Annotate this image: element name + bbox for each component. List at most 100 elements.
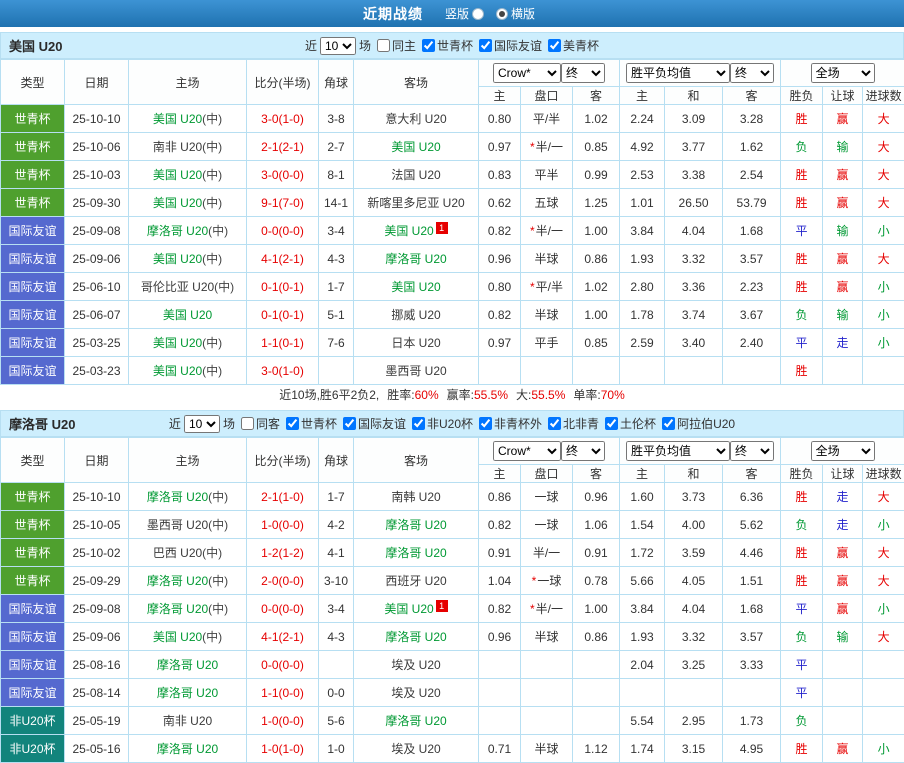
away-team-name[interactable]: 摩洛哥 U20 [385, 630, 446, 644]
neutral-venue-mark: (中) [202, 630, 222, 644]
home-team-name[interactable]: 美国 U20 [153, 252, 202, 266]
avg-draw-cell: 4.00 [665, 511, 723, 539]
home-team-name[interactable]: 美国 U20 [153, 168, 202, 182]
filter-label: 北非青 [563, 415, 599, 432]
home-team-name[interactable]: 摩洛哥 U20 [147, 574, 208, 588]
home-team-name[interactable]: 墨西哥 U20 [147, 518, 208, 532]
filter-option-阿拉伯U20[interactable]: 阿拉伯U20 [660, 415, 735, 432]
odds-source-select[interactable]: Crow* [493, 441, 561, 461]
home-team-name[interactable]: 美国 U20 [153, 630, 202, 644]
final-avg-select[interactable]: 终 [730, 63, 774, 83]
filter-option-同客[interactable]: 同客 [239, 415, 280, 432]
match-date-cell: 25-03-23 [65, 357, 129, 385]
away-team-name[interactable]: 摩洛哥 U20 [385, 252, 446, 266]
away-team-cell: 埃及 U20 [354, 679, 479, 707]
horizontal-layout-option[interactable]: 横版 [496, 5, 535, 22]
away-team-name[interactable]: 新喀里多尼亚 U20 [367, 196, 464, 210]
avg-select[interactable]: 胜平负均值 [626, 441, 730, 461]
away-team-name[interactable]: 美国 U20 [384, 602, 433, 616]
final-avg-select[interactable]: 终 [730, 441, 774, 461]
filter-checkbox[interactable] [412, 417, 425, 430]
away-team-name[interactable]: 西班牙 U20 [385, 574, 446, 588]
corners-cell: 4-3 [319, 623, 354, 651]
away-team-name[interactable]: 日本 U20 [391, 336, 440, 350]
filter-checkbox[interactable] [422, 39, 435, 52]
home-team-name[interactable]: 美国 U20 [163, 308, 212, 322]
filter-checkbox[interactable] [343, 417, 356, 430]
filter-option-非青杯外[interactable]: 非青杯外 [477, 415, 542, 432]
home-team-name[interactable]: 摩洛哥 U20 [157, 686, 218, 700]
filter-checkbox[interactable] [662, 417, 675, 430]
recent-label: 近 [169, 415, 181, 432]
away-team-name[interactable]: 南韩 U20 [391, 490, 440, 504]
away-team-name[interactable]: 摩洛哥 U20 [385, 546, 446, 560]
sub-header-result-goals: 进球数 [863, 465, 904, 483]
vertical-layout-option[interactable]: 竖版 [445, 5, 484, 22]
away-team-name[interactable]: 美国 U20 [384, 224, 433, 238]
home-odds-cell [479, 707, 521, 735]
filter-option-国际友谊[interactable]: 国际友谊 [477, 37, 542, 54]
filter-checkbox[interactable] [377, 39, 390, 52]
home-team-name[interactable]: 南非 U20 [163, 714, 212, 728]
home-team-name[interactable]: 美国 U20 [153, 336, 202, 350]
home-team-name[interactable]: 摩洛哥 U20 [147, 224, 208, 238]
filter-checkbox[interactable] [479, 39, 492, 52]
filter-checkbox[interactable] [605, 417, 618, 430]
col-header-away: 客场 [354, 438, 479, 483]
away-team-name[interactable]: 埃及 U20 [391, 658, 440, 672]
away-team-name[interactable]: 美国 U20 [391, 140, 440, 154]
home-team-name[interactable]: 摩洛哥 U20 [157, 658, 218, 672]
filter-option-同主[interactable]: 同主 [375, 37, 416, 54]
home-odds-cell: 0.91 [479, 539, 521, 567]
away-team-name[interactable]: 挪威 U20 [391, 308, 440, 322]
final-odds-select[interactable]: 终 [561, 441, 605, 461]
avg-away-cell: 3.33 [723, 651, 781, 679]
home-team-name[interactable]: 哥伦比亚 U20 [141, 280, 214, 294]
home-team-name[interactable]: 南非 U20 [153, 140, 202, 154]
sub-header-avg-home: 主 [620, 87, 665, 105]
home-team-name[interactable]: 摩洛哥 U20 [147, 602, 208, 616]
filter-option-美青杯[interactable]: 美青杯 [546, 37, 599, 54]
recent-count-select[interactable]: 10 [184, 415, 220, 433]
away-team-name[interactable]: 埃及 U20 [391, 742, 440, 756]
filter-checkbox[interactable] [548, 39, 561, 52]
home-team-cell: 美国 U20(中) [129, 161, 247, 189]
filter-option-世青杯[interactable]: 世青杯 [284, 415, 337, 432]
match-row: 国际友谊25-09-08摩洛哥 U20(中)0-0(0-0)3-4美国 U201… [1, 217, 904, 245]
final-odds-select[interactable]: 终 [561, 63, 605, 83]
avg-home-cell: 4.92 [620, 133, 665, 161]
home-team-name[interactable]: 摩洛哥 U20 [147, 490, 208, 504]
away-team-name[interactable]: 美国 U20 [391, 280, 440, 294]
scope-select[interactable]: 全场 [811, 441, 875, 461]
away-team-name[interactable]: 摩洛哥 U20 [385, 518, 446, 532]
filter-option-非U20杯[interactable]: 非U20杯 [410, 415, 473, 432]
home-team-name[interactable]: 摩洛哥 U20 [157, 742, 218, 756]
neutral-venue-mark: (中) [208, 574, 228, 588]
vertical-layout-radio[interactable] [472, 8, 484, 20]
home-team-name[interactable]: 美国 U20 [153, 112, 202, 126]
away-team-name[interactable]: 意大利 U20 [385, 112, 446, 126]
away-team-name[interactable]: 埃及 U20 [391, 686, 440, 700]
table-header-row: 类型 日期 主场 比分(半场) 角球 客场 Crow*终 胜平负均值终 全场 [1, 438, 904, 465]
scope-select[interactable]: 全场 [811, 63, 875, 83]
filter-option-土伦杯[interactable]: 土伦杯 [603, 415, 656, 432]
recent-count-select[interactable]: 10 [320, 37, 356, 55]
home-team-name[interactable]: 美国 U20 [153, 196, 202, 210]
filter-checkbox[interactable] [479, 417, 492, 430]
filter-checkbox[interactable] [241, 417, 254, 430]
away-team-name[interactable]: 墨西哥 U20 [385, 364, 446, 378]
odds-source-select[interactable]: Crow* [493, 63, 561, 83]
filter-option-北非青[interactable]: 北非青 [546, 415, 599, 432]
horizontal-layout-radio[interactable] [496, 8, 508, 20]
filter-option-国际友谊[interactable]: 国际友谊 [341, 415, 406, 432]
match-row: 国际友谊25-03-25美国 U20(中)1-1(0-1)7-6日本 U200.… [1, 329, 904, 357]
neutral-venue-mark: (中) [208, 224, 228, 238]
home-team-name[interactable]: 巴西 U20 [153, 546, 202, 560]
away-team-name[interactable]: 法国 U20 [391, 168, 440, 182]
filter-checkbox[interactable] [286, 417, 299, 430]
filter-checkbox[interactable] [548, 417, 561, 430]
filter-option-世青杯[interactable]: 世青杯 [420, 37, 473, 54]
away-team-name[interactable]: 摩洛哥 U20 [385, 714, 446, 728]
avg-select[interactable]: 胜平负均值 [626, 63, 730, 83]
home-team-name[interactable]: 美国 U20 [153, 364, 202, 378]
